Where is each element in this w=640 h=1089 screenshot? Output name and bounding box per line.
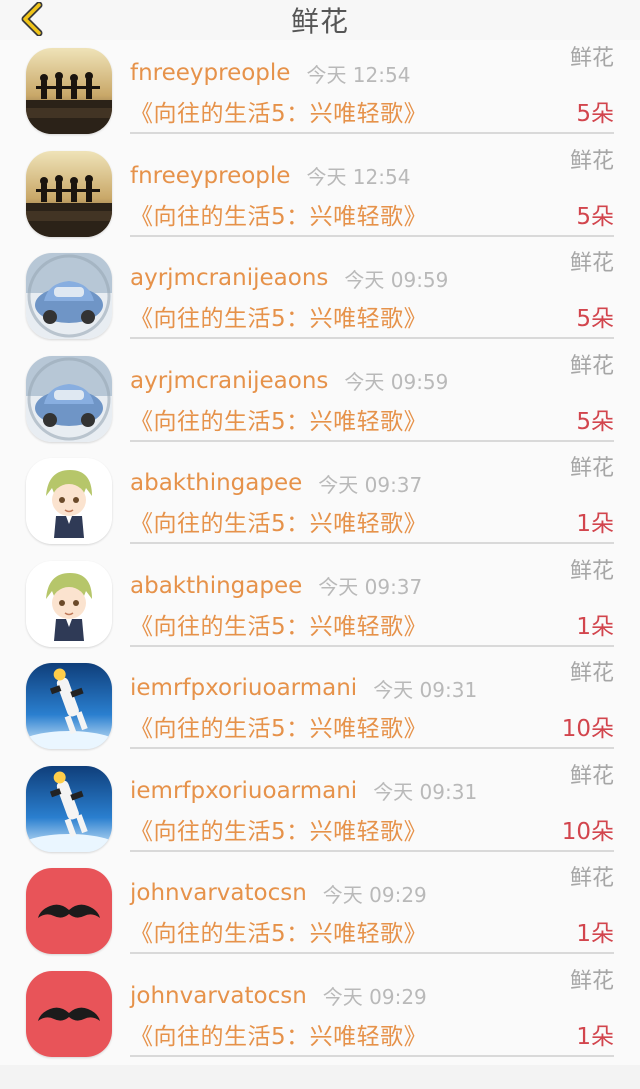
username[interactable]: johnvarvatocsn	[130, 880, 307, 906]
avatar[interactable]	[26, 868, 112, 954]
show-title[interactable]: 《向往的生活5：兴唯轻歌》	[130, 914, 427, 948]
gift-count: 5朵	[576, 408, 614, 435]
gift-type: 鲜花	[569, 148, 614, 174]
timestamp: 今天 12:54	[306, 62, 411, 87]
show-title[interactable]: 《向往的生活5：兴唯轻歌》	[130, 197, 427, 231]
list-item-content: johnvarvatocsn 今天 09:29 鲜花 《向往的生活5：兴唯轻歌》…	[130, 860, 614, 954]
list-item[interactable]: fnreeypreople 今天 12:54 鲜花 《向往的生活5：兴唯轻歌》 …	[0, 40, 640, 143]
username[interactable]: abakthingapee	[130, 470, 302, 496]
list-item-content: ayrjmcranijeaons 今天 09:59 鲜花 《向往的生活5：兴唯轻…	[130, 245, 614, 339]
username[interactable]: ayrjmcranijeaons	[130, 368, 328, 394]
gift-count: 1朵	[576, 613, 614, 640]
avatar[interactable]	[26, 458, 112, 544]
list-item-content: iemrfpxoriuoarmani 今天 09:31 鲜花 《向往的生活5：兴…	[130, 758, 614, 852]
avatar[interactable]	[26, 150, 112, 237]
list-item[interactable]: fnreeypreople 今天 12:54 鲜花 《向往的生活5：兴唯轻歌》 …	[0, 142, 640, 245]
gift-count: 10朵	[561, 716, 614, 742]
list-item[interactable]: johnvarvatocsn 今天 09:29 鲜花 《向往的生活5：兴唯轻歌》…	[0, 962, 640, 1065]
timestamp: 今天 09:37	[318, 575, 423, 599]
show-title[interactable]: 《向往的生活5：兴唯轻歌》	[130, 1017, 427, 1051]
username[interactable]: iemrfpxoriuoarmani	[130, 778, 357, 804]
gift-count: 10朵	[561, 818, 614, 845]
timestamp: 今天 09:37	[318, 472, 423, 497]
avatar[interactable]	[26, 970, 112, 1057]
username[interactable]: fnreeypreople	[130, 163, 290, 189]
avatar[interactable]	[26, 560, 112, 647]
list-item-content: abakthingapee 今天 09:37 鲜花 《向往的生活5：兴唯轻歌》 …	[130, 450, 614, 544]
gift-count: 1朵	[576, 511, 614, 537]
back-button[interactable]	[14, 2, 50, 36]
gift-type: 鲜花	[569, 968, 614, 994]
list-item[interactable]: iemrfpxoriuoarmani 今天 09:31 鲜花 《向往的生活5：兴…	[0, 757, 640, 860]
page-title: 鲜花	[290, 5, 349, 38]
avatar[interactable]	[26, 48, 112, 134]
show-title[interactable]: 《向往的生活5：兴唯轻歌》	[130, 299, 427, 333]
username[interactable]: johnvarvatocsn	[130, 983, 307, 1009]
username[interactable]: ayrjmcranijeaons	[130, 265, 328, 291]
list-item-content: fnreeypreople 今天 12:54 鲜花 《向往的生活5：兴唯轻歌》 …	[130, 40, 614, 134]
avatar[interactable]	[26, 253, 112, 339]
show-title[interactable]: 《向往的生活5：兴唯轻歌》	[130, 94, 427, 128]
list-item[interactable]: iemrfpxoriuoarmani 今天 09:31 鲜花 《向往的生活5：兴…	[0, 655, 640, 758]
timestamp: 今天 09:29	[322, 985, 427, 1009]
show-title[interactable]: 《向往的生活5：兴唯轻歌》	[130, 504, 427, 538]
timestamp: 今天 09:29	[322, 882, 427, 907]
timestamp: 今天 09:31	[373, 677, 478, 702]
list-item[interactable]: ayrjmcranijeaons 今天 09:59 鲜花 《向往的生活5：兴唯轻…	[0, 245, 640, 348]
gift-type: 鲜花	[569, 661, 614, 686]
gift-list: fnreeypreople 今天 12:54 鲜花 《向往的生活5：兴唯轻歌》 …	[0, 40, 640, 1065]
list-item[interactable]: johnvarvatocsn 今天 09:29 鲜花 《向往的生活5：兴唯轻歌》…	[0, 860, 640, 963]
gift-type: 鲜花	[569, 46, 614, 71]
show-title[interactable]: 《向往的生活5：兴唯轻歌》	[130, 402, 427, 436]
show-title[interactable]: 《向往的生活5：兴唯轻歌》	[130, 709, 427, 743]
gift-type: 鲜花	[569, 558, 614, 584]
list-item[interactable]: abakthingapee 今天 09:37 鲜花 《向往的生活5：兴唯轻歌》 …	[0, 552, 640, 655]
list-item-content: ayrjmcranijeaons 今天 09:59 鲜花 《向往的生活5：兴唯轻…	[130, 348, 614, 442]
gift-type: 鲜花	[569, 353, 614, 379]
show-title[interactable]: 《向往的生活5：兴唯轻歌》	[130, 607, 427, 641]
chevron-left-icon	[21, 2, 43, 36]
avatar[interactable]	[26, 765, 112, 852]
gift-type: 鲜花	[569, 456, 614, 481]
avatar[interactable]	[26, 663, 112, 749]
top-bar: 鲜花	[0, 0, 640, 40]
gift-count: 5朵	[576, 203, 614, 230]
gift-count: 1朵	[576, 921, 614, 947]
username[interactable]: fnreeypreople	[130, 60, 290, 86]
username[interactable]: abakthingapee	[130, 573, 302, 599]
timestamp: 今天 09:59	[344, 370, 449, 394]
list-item-content: fnreeypreople 今天 12:54 鲜花 《向往的生活5：兴唯轻歌》 …	[130, 143, 614, 237]
timestamp: 今天 09:59	[344, 267, 449, 292]
gift-type: 鲜花	[569, 866, 614, 891]
show-title[interactable]: 《向往的生活5：兴唯轻歌》	[130, 812, 427, 846]
list-item-content: iemrfpxoriuoarmani 今天 09:31 鲜花 《向往的生活5：兴…	[130, 655, 614, 749]
gift-type: 鲜花	[569, 251, 614, 276]
timestamp: 今天 12:54	[306, 165, 411, 189]
list-item[interactable]: ayrjmcranijeaons 今天 09:59 鲜花 《向往的生活5：兴唯轻…	[0, 347, 640, 450]
gift-type: 鲜花	[569, 763, 614, 789]
gift-count: 1朵	[576, 1023, 614, 1050]
gift-count: 5朵	[576, 306, 614, 332]
avatar[interactable]	[26, 355, 112, 442]
list-item-content: abakthingapee 今天 09:37 鲜花 《向往的生活5：兴唯轻歌》 …	[130, 553, 614, 647]
timestamp: 今天 09:31	[373, 780, 478, 804]
gift-count: 5朵	[576, 101, 614, 127]
username[interactable]: iemrfpxoriuoarmani	[130, 675, 357, 701]
list-item-content: johnvarvatocsn 今天 09:29 鲜花 《向往的生活5：兴唯轻歌》…	[130, 963, 614, 1057]
list-item[interactable]: abakthingapee 今天 09:37 鲜花 《向往的生活5：兴唯轻歌》 …	[0, 450, 640, 553]
